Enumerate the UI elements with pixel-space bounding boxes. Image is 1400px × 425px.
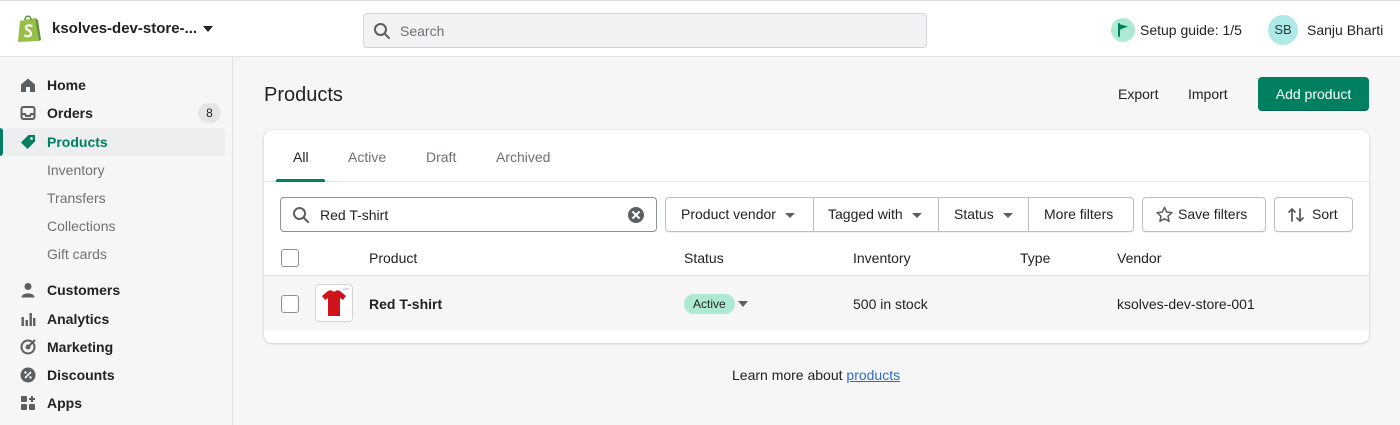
tab-bar: All Active Draft Archived — [264, 130, 1369, 182]
sidebar-item-home[interactable]: Home — [0, 71, 232, 99]
inventory-cell: 500 in stock — [853, 296, 928, 312]
status-filter[interactable]: Status — [939, 198, 1029, 231]
tab-all[interactable]: All — [293, 149, 309, 165]
flag-icon[interactable] — [1111, 18, 1135, 42]
search-input[interactable]: Search — [363, 13, 927, 48]
user-name[interactable]: Sanju Bharti — [1307, 22, 1383, 38]
sidebar-item-apps[interactable]: Apps — [0, 389, 232, 417]
learn-more-text: Learn more about products — [732, 367, 900, 383]
star-icon — [1156, 206, 1173, 223]
sidebar-item-analytics[interactable]: Analytics — [0, 305, 232, 333]
sidebar-item-label: Collections — [47, 218, 116, 234]
filter-label: More filters — [1044, 206, 1114, 222]
sidebar-item-label: Home — [47, 77, 86, 93]
search-placeholder: Search — [400, 23, 445, 39]
home-icon — [21, 78, 35, 92]
add-product-button[interactable]: Add product — [1258, 77, 1369, 111]
search-icon — [374, 23, 390, 39]
target-icon — [20, 339, 36, 355]
import-button[interactable]: Import — [1180, 80, 1236, 108]
chevron-down-icon[interactable] — [203, 26, 213, 32]
column-header-type[interactable]: Type — [1020, 250, 1050, 266]
product-vendor-filter[interactable]: Product vendor — [666, 198, 814, 231]
chevron-down-icon — [784, 212, 795, 218]
avatar[interactable]: SB — [1268, 15, 1298, 45]
learn-more-prefix: Learn more about — [732, 367, 847, 383]
setup-guide-link[interactable]: Setup guide: 1/5 — [1140, 22, 1242, 38]
chevron-down-icon — [911, 212, 922, 218]
tab-archived[interactable]: Archived — [496, 149, 550, 165]
shopify-logo-icon[interactable] — [16, 14, 42, 44]
filter-label: Status — [954, 206, 994, 222]
apps-icon — [21, 396, 35, 410]
chevron-down-icon[interactable] — [738, 301, 748, 307]
products-card: All Active Draft Archived Red T-shirt Pr… — [264, 130, 1369, 343]
sidebar-item-label: Marketing — [47, 339, 114, 355]
orders-count-badge: 8 — [198, 103, 221, 123]
save-filters-button[interactable]: Save filters — [1142, 197, 1266, 232]
filter-button-group: Product vendor Tagged with Status More f… — [665, 197, 1134, 232]
sidebar-item-orders[interactable]: Orders 8 — [0, 99, 232, 127]
status-badge[interactable]: Active — [684, 294, 735, 314]
save-filters-label: Save filters — [1178, 206, 1248, 222]
column-header-vendor[interactable]: Vendor — [1117, 250, 1161, 266]
tab-selected-indicator — [276, 179, 325, 182]
sidebar-item-label: Analytics — [47, 311, 110, 327]
tab-draft[interactable]: Draft — [426, 149, 456, 165]
sidebar-item-products[interactable]: Products — [4, 128, 225, 156]
sidebar-item-label: Products — [47, 134, 108, 150]
search-icon — [293, 207, 309, 223]
sidebar: Home Orders 8 Products Inventory Transfe… — [0, 57, 233, 425]
table-row[interactable]: Red T-shirt Active 500 in stock ksolves-… — [264, 276, 1369, 331]
more-filters-button[interactable]: More filters — [1029, 198, 1133, 231]
sidebar-item-gift-cards[interactable]: Gift cards — [0, 240, 232, 268]
tagged-with-filter[interactable]: Tagged with — [814, 198, 939, 231]
sidebar-item-inventory[interactable]: Inventory — [0, 156, 232, 184]
sidebar-item-label: Customers — [47, 282, 121, 298]
filter-label: Tagged with — [828, 206, 903, 222]
tshirt-icon — [322, 288, 349, 316]
column-header-product[interactable]: Product — [369, 250, 417, 266]
sidebar-item-label: Inventory — [47, 162, 105, 178]
sidebar-item-discounts[interactable]: Discounts — [0, 361, 232, 389]
column-header-status[interactable]: Status — [684, 250, 724, 266]
column-header-inventory[interactable]: Inventory — [853, 250, 911, 266]
row-checkbox[interactable] — [281, 295, 299, 313]
orders-icon — [20, 106, 36, 120]
vendor-cell: ksolves-dev-store-001 — [1117, 296, 1255, 312]
search-value: Red T-shirt — [320, 207, 389, 223]
clear-icon[interactable] — [628, 207, 644, 223]
sidebar-item-marketing[interactable]: Marketing — [0, 333, 232, 361]
sort-icon — [1288, 208, 1304, 222]
sidebar-item-label: Transfers — [47, 190, 106, 206]
sort-label: Sort — [1312, 206, 1338, 222]
table-header: Product Status Inventory Type Vendor — [264, 240, 1369, 276]
sidebar-item-customers[interactable]: Customers — [0, 276, 232, 304]
top-bar: ksolves-dev-store-... Search Setup guide… — [0, 0, 1400, 57]
tag-icon — [21, 135, 35, 149]
sidebar-item-collections[interactable]: Collections — [0, 212, 232, 240]
sidebar-item-transfers[interactable]: Transfers — [0, 184, 232, 212]
active-indicator — [0, 128, 3, 156]
person-icon — [21, 283, 35, 298]
sort-button[interactable]: Sort — [1274, 197, 1353, 232]
select-all-checkbox[interactable] — [281, 249, 299, 267]
product-name-link[interactable]: Red T-shirt — [369, 296, 442, 312]
sidebar-item-label: Gift cards — [47, 246, 107, 262]
store-name[interactable]: ksolves-dev-store-... — [52, 20, 197, 37]
tab-active[interactable]: Active — [348, 149, 386, 165]
bar-chart-icon — [21, 313, 36, 326]
chevron-down-icon — [1002, 212, 1013, 218]
product-thumbnail[interactable] — [315, 284, 353, 322]
filter-label: Product vendor — [681, 206, 776, 222]
discount-icon — [20, 367, 36, 383]
sidebar-item-label: Orders — [47, 105, 93, 121]
sidebar-item-label: Apps — [47, 395, 82, 411]
product-search-input[interactable]: Red T-shirt — [280, 197, 657, 232]
sidebar-item-label: Discounts — [47, 367, 115, 383]
products-help-link[interactable]: products — [846, 367, 900, 383]
page-title: Products — [264, 84, 343, 106]
export-button[interactable]: Export — [1110, 80, 1166, 108]
